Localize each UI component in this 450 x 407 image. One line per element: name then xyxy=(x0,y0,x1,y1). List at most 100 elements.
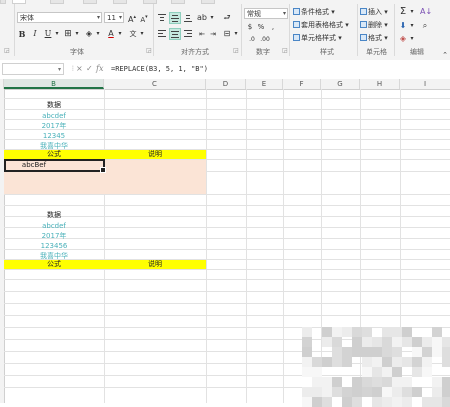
column-header-i[interactable]: I xyxy=(400,79,450,89)
decrease-indent-icon[interactable]: ⇤ xyxy=(197,29,207,39)
format-cells-label: 格式 xyxy=(368,34,382,42)
formula-input[interactable]: =REPLACE(B3, 5, 1, "B") xyxy=(111,63,208,75)
column-header-c[interactable]: C xyxy=(104,79,206,89)
insert-function-icon[interactable]: fx xyxy=(96,64,103,74)
tab-file[interactable] xyxy=(0,0,6,4)
number-launcher-icon[interactable]: ◲ xyxy=(282,48,288,54)
gridline xyxy=(4,205,450,206)
conditional-formatting-button[interactable]: 条件格式 ▾ xyxy=(293,8,335,17)
merge-dropdown-icon[interactable]: ▾ xyxy=(231,29,241,39)
alignment-group-label: 对齐方式 xyxy=(181,48,209,56)
phonetic-dropdown-icon[interactable]: ▾ xyxy=(137,29,147,39)
conditional-formatting-label: 条件格式 xyxy=(301,8,329,16)
formula-bar: ▾ ⋮ × ✓ fx =REPLACE(B3, 5, 1, "B") xyxy=(0,60,450,80)
increase-indent-icon[interactable]: ⇥ xyxy=(208,29,218,39)
cell-styles-button[interactable]: 单元格样式 ▾ xyxy=(293,34,342,43)
format-cells-icon xyxy=(360,34,367,41)
tab-data[interactable] xyxy=(143,0,157,4)
find-select-icon[interactable]: ⌕ xyxy=(420,21,430,31)
collapse-ribbon-icon[interactable]: ⌃ xyxy=(440,50,450,60)
font-size-combo[interactable]: 11 ▾ xyxy=(104,12,124,23)
insert-cells-button[interactable]: 插入 ▾ xyxy=(360,8,388,17)
font-name-combo[interactable]: 宋体 ▾ xyxy=(17,12,102,23)
wrap-text-icon[interactable]: ⮐ xyxy=(222,13,232,23)
bottom-align-icon[interactable] xyxy=(183,13,193,23)
tab-page-layout[interactable] xyxy=(83,0,97,4)
fill-color-dropdown-icon[interactable]: ▾ xyxy=(93,29,103,39)
format-as-table-icon xyxy=(293,21,300,28)
percent-icon[interactable]: % xyxy=(256,22,266,32)
watermark-mosaic xyxy=(302,327,450,407)
italic-icon[interactable]: I xyxy=(30,29,40,39)
increase-font-size-icon[interactable]: A▴ xyxy=(127,12,137,24)
number-format-value: 常规 xyxy=(247,10,261,18)
gridline xyxy=(246,89,247,403)
gridline xyxy=(283,89,284,403)
decrease-decimal-icon[interactable]: .00 xyxy=(260,35,270,45)
orientation-dropdown-icon[interactable]: ▾ xyxy=(207,13,217,23)
format-as-table-button[interactable]: 套用表格格式 ▾ xyxy=(293,21,349,30)
cancel-icon[interactable]: × xyxy=(76,64,83,74)
align-center-icon[interactable] xyxy=(169,28,181,40)
number-format-combo[interactable]: 常规 ▾ xyxy=(244,8,288,19)
chevron-down-icon[interactable]: ▾ xyxy=(97,13,100,23)
clear-dropdown-icon[interactable]: ▾ xyxy=(407,34,417,44)
group-separator xyxy=(241,4,242,56)
gridline xyxy=(4,291,450,292)
tab-view[interactable] xyxy=(201,0,215,4)
align-left-icon[interactable] xyxy=(157,29,167,39)
format-cells-button[interactable]: 格式 ▾ xyxy=(360,34,388,43)
chevron-down-icon[interactable]: ▾ xyxy=(58,64,61,75)
cells-group-label: 单元格 xyxy=(366,48,387,56)
alignment-launcher-icon[interactable]: ◲ xyxy=(233,48,239,54)
fill-handle[interactable] xyxy=(100,167,106,173)
cell-data-header[interactable]: 数据 xyxy=(4,210,104,221)
styles-group-label: 样式 xyxy=(320,48,334,56)
autosum-dropdown-icon[interactable]: ▾ xyxy=(407,7,417,17)
cell-description-label[interactable]: 说明 xyxy=(104,259,206,270)
font-size-value: 11 xyxy=(107,14,116,22)
column-header-g[interactable]: G xyxy=(321,79,360,89)
column-header-e[interactable]: E xyxy=(246,79,283,89)
group-separator xyxy=(357,4,358,56)
conditional-formatting-icon xyxy=(293,8,300,15)
delete-cells-button[interactable]: 删除 ▾ xyxy=(360,21,388,30)
clipboard-launcher-icon[interactable]: ◲ xyxy=(4,48,10,54)
tab-review[interactable] xyxy=(171,0,185,4)
increase-decimal-icon[interactable]: .0 xyxy=(247,35,257,45)
sort-filter-icon[interactable]: A↓ xyxy=(420,7,432,17)
borders-dropdown-icon[interactable]: ▾ xyxy=(72,29,82,39)
decrease-font-size-icon[interactable]: A▾ xyxy=(139,12,149,24)
tab-formulas[interactable] xyxy=(113,0,127,4)
font-launcher-icon[interactable]: ◲ xyxy=(146,48,152,54)
number-group-label: 数字 xyxy=(256,48,270,56)
orientation-icon[interactable]: ab xyxy=(197,13,207,23)
cell-formula-label[interactable]: 公式 xyxy=(4,259,104,270)
chevron-down-icon[interactable]: ▾ xyxy=(283,9,286,19)
top-align-icon[interactable] xyxy=(157,13,167,23)
gridline xyxy=(4,98,450,99)
enter-icon[interactable]: ✓ xyxy=(86,64,93,74)
cell-styles-icon xyxy=(293,34,300,41)
ribbon-tab-strip xyxy=(0,0,450,4)
comma-style-icon[interactable]: , xyxy=(268,22,278,32)
cell-description-label[interactable]: 说明 xyxy=(104,149,206,160)
align-right-icon[interactable] xyxy=(183,29,193,39)
cell-data-header[interactable]: 数据 xyxy=(4,100,104,111)
tab-insert[interactable] xyxy=(50,0,64,4)
middle-align-icon[interactable] xyxy=(169,12,181,24)
bold-icon[interactable]: B xyxy=(17,29,27,39)
column-header-d[interactable]: D xyxy=(206,79,246,89)
font-color-dropdown-icon[interactable]: ▾ xyxy=(115,29,125,39)
fill-dropdown-icon[interactable]: ▾ xyxy=(407,21,417,31)
name-box[interactable]: ▾ xyxy=(2,63,64,75)
cell-result-value[interactable]: abcBef xyxy=(4,160,64,171)
column-header-f[interactable]: F xyxy=(283,79,321,89)
chevron-down-icon[interactable]: ▾ xyxy=(119,13,122,23)
gridline xyxy=(206,89,207,403)
column-header-h[interactable]: H xyxy=(360,79,400,89)
underline-dropdown-icon[interactable]: ▾ xyxy=(52,29,62,39)
currency-icon[interactable]: $ xyxy=(245,22,255,32)
column-header-b[interactable]: B xyxy=(4,79,104,89)
delete-cells-icon xyxy=(360,21,367,28)
